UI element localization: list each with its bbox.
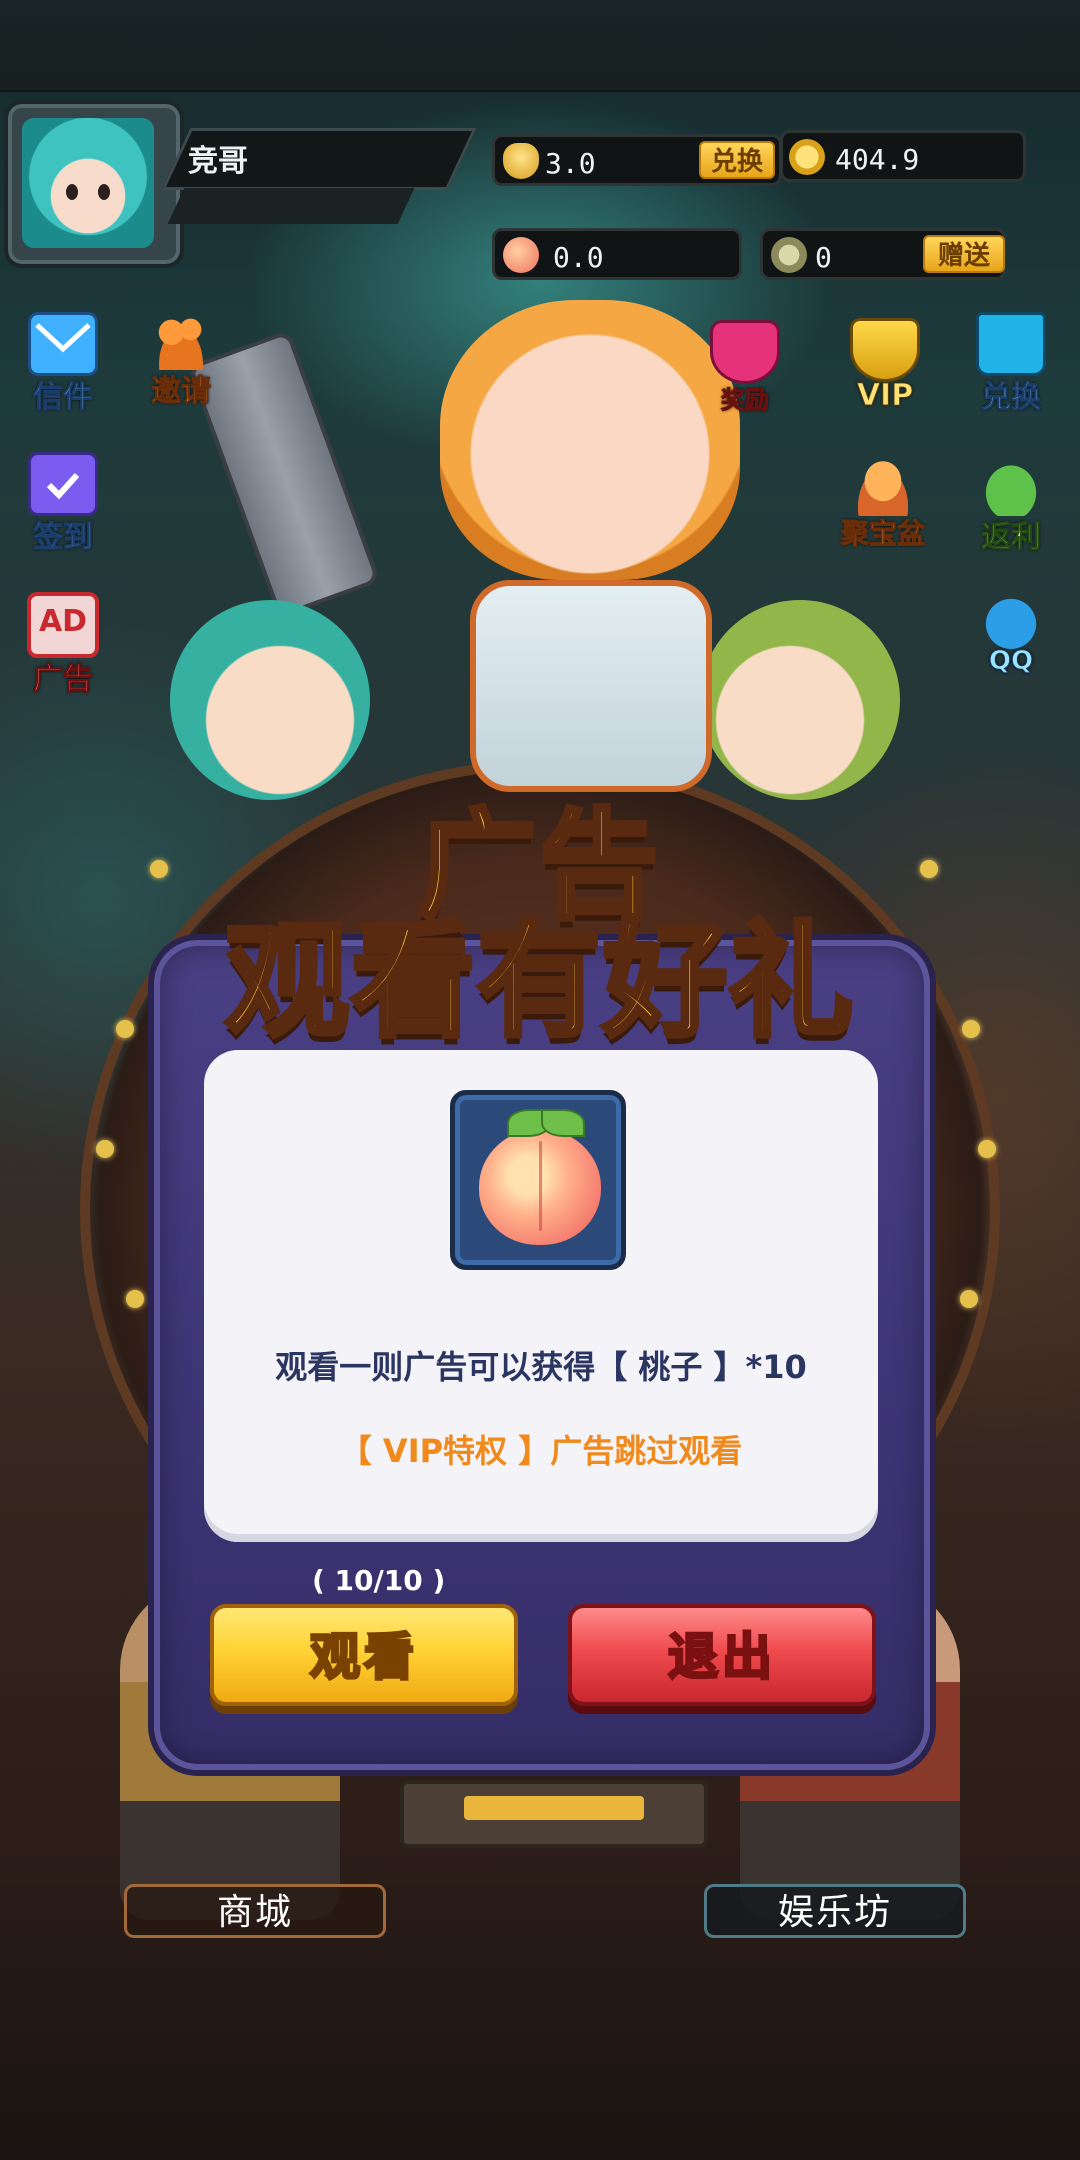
gift-value: 0 bbox=[815, 241, 832, 274]
ingot-value: 3.0 bbox=[545, 147, 596, 180]
exit-button[interactable]: 退出 bbox=[568, 1604, 876, 1706]
watch-ad-button[interactable]: 观看 bbox=[210, 1604, 518, 1706]
wheel-bulb bbox=[96, 1140, 114, 1158]
rewards-menu[interactable]: 奖励 bbox=[690, 320, 800, 415]
coin-value: 404.9 bbox=[835, 143, 920, 176]
hero-body bbox=[470, 580, 712, 792]
ad-icon: AD bbox=[27, 592, 99, 658]
ad-label: 广告 bbox=[33, 662, 94, 698]
exchange-menu[interactable]: 兑换 bbox=[956, 312, 1066, 416]
treasure-bowl-label: 聚宝盆 bbox=[840, 517, 925, 551]
rewards-label: 奖励 bbox=[721, 386, 770, 415]
treasure-bowl-menu[interactable]: 聚宝盆 bbox=[828, 458, 938, 552]
status-strip bbox=[0, 0, 1080, 92]
vip-label: VIP bbox=[856, 378, 914, 414]
entertainment-tab[interactable]: 娱乐坊 bbox=[704, 1884, 966, 1938]
reward-item-tile bbox=[450, 1090, 626, 1270]
ingot-balance: 3.0 兑换 bbox=[492, 134, 782, 186]
rebate-menu[interactable]: 返利 bbox=[956, 458, 1066, 556]
vip-menu[interactable]: VIP bbox=[830, 318, 940, 414]
mail-label: 信件 bbox=[33, 380, 94, 416]
invite-menu[interactable]: 邀请 bbox=[126, 312, 236, 410]
invite-label: 邀请 bbox=[151, 374, 212, 410]
watch-counter: ( 10/10 ) bbox=[312, 1564, 446, 1597]
qq-penguin-icon bbox=[979, 592, 1043, 650]
peach-icon bbox=[479, 1129, 601, 1245]
floor-console bbox=[400, 1780, 708, 1848]
rebate-label: 返利 bbox=[981, 520, 1042, 556]
peach-balance: 0.0 bbox=[492, 228, 742, 280]
exchange-button[interactable]: 兑换 bbox=[699, 141, 775, 179]
checkin-menu[interactable]: 签到 bbox=[8, 452, 118, 556]
wheel-bulb bbox=[960, 1290, 978, 1308]
money-bag-icon bbox=[979, 458, 1043, 516]
shopping-bag-icon bbox=[976, 312, 1046, 376]
gold-coin-icon bbox=[789, 139, 825, 175]
gem-icon bbox=[710, 320, 780, 384]
invite-icon bbox=[149, 312, 213, 370]
wheel-bulb bbox=[978, 1140, 996, 1158]
dialog-title-line2: 观看有好礼 bbox=[222, 908, 855, 1057]
wheel-bulb bbox=[126, 1290, 144, 1308]
exchange-label: 兑换 bbox=[981, 380, 1042, 416]
vip-crown-icon bbox=[850, 318, 920, 382]
gift-send-button[interactable]: 赠送 bbox=[923, 235, 1005, 273]
avatar[interactable] bbox=[22, 118, 154, 248]
peach-icon bbox=[503, 237, 539, 273]
qq-label: QQ bbox=[988, 646, 1034, 677]
name-plate-shadow bbox=[167, 188, 415, 224]
peach-value: 0.0 bbox=[553, 241, 604, 274]
qq-menu[interactable]: QQ bbox=[956, 592, 1066, 677]
treasure-bowl-icon bbox=[851, 458, 915, 516]
calendar-icon bbox=[28, 452, 98, 516]
gift-balance: 0 赠送 bbox=[760, 228, 1006, 280]
peach-leaf bbox=[541, 1109, 585, 1137]
ad-menu[interactable]: AD 广告 bbox=[8, 592, 118, 698]
mail-menu[interactable]: 信件 bbox=[8, 312, 118, 416]
checkin-label: 签到 bbox=[33, 520, 94, 556]
vip-privilege-note: 【 VIP特权 】广告跳过观看 bbox=[339, 1432, 743, 1470]
player-name: 竞哥 bbox=[188, 144, 248, 179]
mail-icon bbox=[28, 312, 98, 376]
shop-tab[interactable]: 商城 bbox=[124, 1884, 386, 1938]
gold-ingot-icon bbox=[503, 143, 539, 179]
reward-description: 观看一则广告可以获得【 桃子 】*10 bbox=[275, 1348, 807, 1386]
coin-balance: 404.9 bbox=[780, 130, 1026, 182]
fruit-bag-icon bbox=[771, 237, 807, 273]
